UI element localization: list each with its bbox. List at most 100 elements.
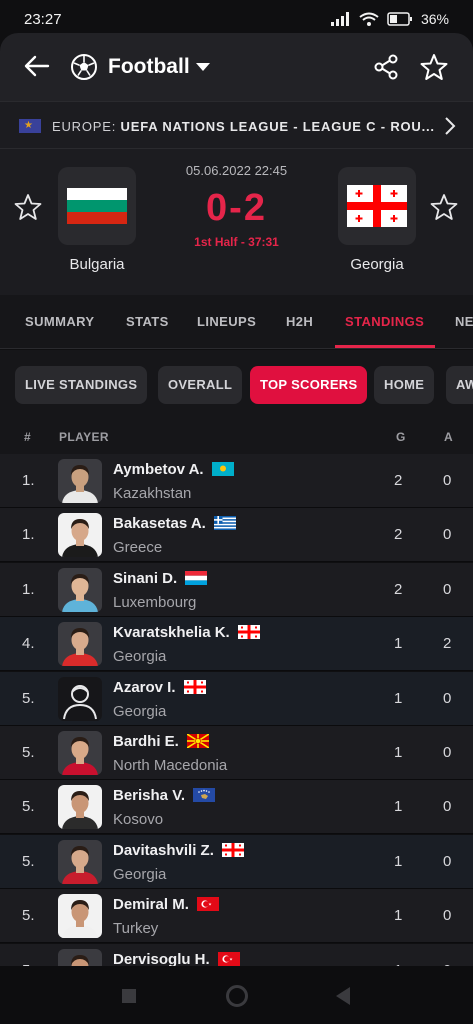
col-rank: #: [24, 430, 32, 444]
georgia-flag-icon: [184, 679, 206, 694]
kazakhstan-flag-icon: [212, 462, 234, 476]
battery-icon: [387, 12, 412, 26]
player-avatar: [58, 785, 102, 830]
table-row[interactable]: 1. Sinani D. Luxembourg 2 0: [0, 562, 473, 617]
scorers-list: 1. Aymbetov A. Kazakhstan 2 0 1. Bakasetas A. G…: [0, 454, 473, 966]
chip-home[interactable]: HOME: [374, 366, 435, 404]
player-assists: 0: [443, 852, 452, 870]
player-name[interactable]: Sinani D.: [113, 570, 177, 587]
player-avatar: [58, 839, 102, 884]
player-goals: 1: [394, 907, 403, 925]
player-assists: 0: [443, 526, 452, 544]
table-row[interactable]: 5. Davitashvili Z. Georgia 1 0: [0, 834, 473, 889]
player-rank: 4.: [22, 635, 35, 653]
tab-h2h[interactable]: H2H: [286, 314, 313, 329]
georgia-flag-icon: [347, 185, 407, 227]
player-country: Kazakhstan: [113, 485, 192, 502]
table-row[interactable]: 5. Bardhi E. North Macedonia 1 0: [0, 726, 473, 780]
player-name[interactable]: Demiral M.: [113, 896, 189, 913]
tab-summary[interactable]: SUMMARY: [25, 314, 94, 329]
player-country: Kosovo: [113, 811, 164, 829]
player-rank: 1.: [22, 580, 35, 598]
player-name[interactable]: Bakasetas A.: [113, 515, 206, 532]
table-row[interactable]: 5. Berisha V. Kosovo 1 0: [0, 780, 473, 835]
match-tabs: SUMMARY STATS LINEUPS H2H STANDINGS NE: [0, 295, 473, 349]
chevron-right-icon: [445, 117, 456, 135]
standings-filter-chips: LIVE STANDINGS OVERALL TOP SCORERS HOME …: [0, 350, 473, 420]
turkey-flag-icon: [218, 951, 240, 966]
table-row[interactable]: 1. Bakasetas A. Greece 2 0: [0, 508, 473, 563]
chip-top-scorers[interactable]: TOP SCORERS: [250, 366, 368, 404]
player-assists: 0: [443, 798, 452, 816]
greece-flag-icon: [214, 516, 236, 531]
sport-title[interactable]: Football: [108, 55, 190, 79]
player-avatar: [58, 894, 102, 939]
away-team-logo[interactable]: [338, 167, 416, 245]
player-assists: 0: [443, 689, 452, 707]
football-icon: [71, 54, 97, 80]
home-team-name[interactable]: Bulgaria: [37, 256, 157, 273]
away-team-name[interactable]: Georgia: [317, 256, 437, 273]
back-arrow-icon[interactable]: [22, 51, 52, 81]
player-name[interactable]: Aymbetov A.: [113, 461, 204, 478]
home-button[interactable]: [226, 985, 248, 1007]
clock: 23:27: [24, 11, 62, 28]
table-row[interactable]: 4. Kvaratskhelia K. Georgia 1 2: [0, 617, 473, 672]
player-goals: 2: [394, 580, 403, 598]
player-assists: 0: [443, 472, 452, 489]
league-header[interactable]: ★ EUROPE: UEFA NATIONS LEAGUE - LEAGUE C…: [0, 101, 473, 149]
player-country: Georgia: [113, 648, 167, 666]
scorers-table-header: # PLAYER G A: [0, 420, 473, 454]
recents-button[interactable]: [122, 989, 136, 1003]
player-goals: 2: [394, 526, 403, 544]
tab-standings[interactable]: STANDINGS: [345, 314, 424, 329]
player-avatar: [58, 459, 102, 503]
player-avatar: [58, 731, 102, 775]
table-row[interactable]: 5. Demiral M. Turkey 1 0: [0, 889, 473, 944]
col-player: PLAYER: [59, 430, 109, 444]
player-country: Georgia: [113, 702, 167, 720]
chip-live-standings[interactable]: LIVE STANDINGS: [15, 366, 148, 404]
favorite-star-icon[interactable]: [420, 53, 448, 81]
active-tab-indicator: [335, 345, 435, 348]
luxembourg-flag-icon: [185, 570, 207, 585]
kosovo-flag-icon: [193, 788, 215, 803]
player-rank: 5.: [22, 798, 35, 816]
dropdown-caret-icon[interactable]: [196, 63, 210, 71]
player-name[interactable]: Davitashvili Z.: [113, 842, 214, 859]
table-row[interactable]: 1. Aymbetov A. Kazakhstan 2 0: [0, 454, 473, 508]
tab-stats[interactable]: STATS: [126, 314, 169, 329]
player-rank: 5.: [22, 852, 35, 870]
tab-news[interactable]: NE: [455, 314, 473, 329]
player-rank: 1.: [22, 526, 35, 544]
player-name[interactable]: Kvaratskhelia K.: [113, 624, 230, 641]
away-favorite-star-icon[interactable]: [430, 193, 458, 221]
player-name[interactable]: Berisha V.: [113, 787, 185, 804]
share-icon[interactable]: [372, 53, 400, 81]
chip-overall[interactable]: OVERALL: [158, 366, 243, 404]
player-name[interactable]: Dervisoglu H.: [113, 951, 210, 966]
player-country: Greece: [113, 539, 163, 557]
league-name: EUROPE: UEFA NATIONS LEAGUE - LEAGUE C -…: [52, 119, 435, 134]
player-name[interactable]: Azarov I.: [113, 679, 176, 696]
col-goals: G: [396, 430, 406, 444]
back-button[interactable]: [336, 987, 350, 1005]
player-goals: 2: [394, 472, 403, 489]
player-goals: 1: [394, 744, 403, 761]
player-name[interactable]: Bardhi E.: [113, 733, 179, 750]
tab-lineups[interactable]: LINEUPS: [197, 314, 256, 329]
player-assists: 0: [443, 744, 452, 761]
player-country: North Macedonia: [113, 757, 228, 774]
player-rank: 5.: [22, 689, 35, 707]
georgia-flag-icon: [238, 625, 260, 640]
player-assists: 0: [443, 580, 452, 598]
wifi-icon: [359, 12, 379, 26]
player-assists: 2: [443, 635, 452, 653]
north-macedonia-flag-icon: [186, 733, 210, 749]
battery-percent: 36%: [420, 11, 449, 27]
table-row[interactable]: 5.Dervisoglu H.Turkey10: [0, 943, 473, 966]
table-row[interactable]: 5. Azarov I. Georgia 1 0: [0, 671, 473, 726]
chip-away[interactable]: AW: [446, 366, 473, 404]
player-rank: 1.: [22, 472, 35, 489]
player-avatar: [58, 622, 102, 667]
